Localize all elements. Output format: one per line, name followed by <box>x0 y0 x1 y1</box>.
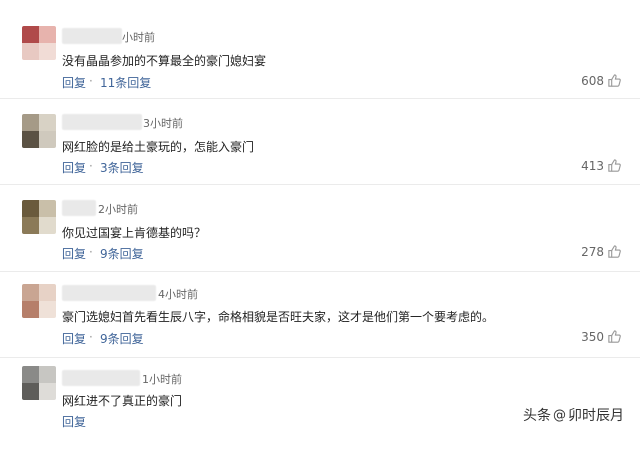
avatar-block <box>22 284 39 301</box>
like-button[interactable]: 608 <box>581 73 622 88</box>
avatar-block <box>22 366 39 383</box>
separator-dot: · <box>89 159 93 173</box>
reply-button[interactable]: 回复 <box>62 245 86 262</box>
avatar-block <box>22 43 39 60</box>
like-count: 350 <box>581 329 604 344</box>
avatar-block <box>39 114 56 131</box>
comment-item: 3小时前 网红脸的是给土豪玩的，怎能入豪门 回复 · 3条回复 413 <box>0 108 640 196</box>
avatar-block <box>39 284 56 301</box>
comment-text: 没有晶晶参加的不算最全的豪门媳妇宴 <box>62 54 267 68</box>
separator-dot: · <box>89 74 93 88</box>
separator-dot: · <box>89 330 93 344</box>
like-count: 413 <box>581 158 604 173</box>
thumbs-up-icon <box>607 73 622 88</box>
username-redacted[interactable] <box>62 200 96 216</box>
watermark: 头条 @ 卯时辰月 <box>523 405 624 425</box>
watermark-brand: 头条 <box>523 408 551 424</box>
comment-time: 3小时前 <box>143 117 183 130</box>
divider <box>0 184 640 185</box>
username-redacted[interactable] <box>62 285 156 301</box>
divider <box>0 98 640 99</box>
divider <box>0 271 640 272</box>
comment-text: 你见过国宴上肯德基的吗？ <box>62 226 207 240</box>
watermark-separator: @ <box>553 407 566 423</box>
thumbs-up-icon <box>607 158 622 173</box>
avatar[interactable] <box>22 26 56 60</box>
avatar-block <box>22 301 39 318</box>
reply-count-link[interactable]: 11条回复 <box>100 74 151 91</box>
reply-count-link[interactable]: 9条回复 <box>100 330 144 347</box>
avatar-block <box>22 114 39 131</box>
avatar-block <box>22 26 39 43</box>
avatar-block <box>22 131 39 148</box>
like-count: 278 <box>581 244 604 259</box>
avatar[interactable] <box>22 114 56 148</box>
reply-button[interactable]: 回复 <box>62 330 86 347</box>
comment-time: 4小时前 <box>158 288 198 301</box>
avatar[interactable] <box>22 200 56 234</box>
username-redacted[interactable] <box>62 370 140 386</box>
reply-button[interactable]: 回复 <box>62 159 86 176</box>
avatar[interactable] <box>22 366 56 400</box>
thumbs-up-icon <box>607 329 622 344</box>
avatar-block <box>39 43 56 60</box>
reply-count-link[interactable]: 9条回复 <box>100 245 144 262</box>
avatar-block <box>39 366 56 383</box>
comment-item: 2小时前 你见过国宴上肯德基的吗？ 回复 · 9条回复 278 <box>0 194 640 282</box>
watermark-author: 卯时辰月 <box>568 408 624 424</box>
comment-time: 1小时前 <box>142 373 182 386</box>
like-button[interactable]: 278 <box>581 244 622 259</box>
avatar-block <box>22 383 39 400</box>
username-redacted[interactable] <box>62 114 142 130</box>
thumbs-up-icon <box>607 244 622 259</box>
avatar[interactable] <box>22 284 56 318</box>
like-button[interactable]: 413 <box>581 158 622 173</box>
comment-item: 小时前 没有晶晶参加的不算最全的豪门媳妇宴 回复 · 11条回复 608 <box>0 22 640 110</box>
comment-text: 网红进不了真正的豪门 <box>62 394 183 408</box>
comment-time: 2小时前 <box>98 203 138 216</box>
avatar-block <box>39 131 56 148</box>
comment-text: 豪门选媳妇首先看生辰八字，命格相貌是否旺夫家，这才是他们第一个要考虑的。 <box>62 310 495 324</box>
username-redacted[interactable] <box>62 28 122 44</box>
avatar-block <box>39 200 56 217</box>
reply-count-link[interactable]: 3条回复 <box>100 159 144 176</box>
avatar-block <box>39 26 56 43</box>
avatar-block <box>22 217 39 234</box>
divider <box>0 357 640 358</box>
avatar-block <box>22 200 39 217</box>
separator-dot: · <box>89 245 93 259</box>
like-button[interactable]: 350 <box>581 329 622 344</box>
reply-button[interactable]: 回复 <box>62 74 86 91</box>
avatar-block <box>39 301 56 318</box>
comment-item: 4小时前 豪门选媳妇首先看生辰八字，命格相貌是否旺夫家，这才是他们第一个要考虑的… <box>0 280 640 368</box>
avatar-block <box>39 383 56 400</box>
reply-button[interactable]: 回复 <box>62 413 86 430</box>
comment-time: 小时前 <box>122 31 155 44</box>
like-count: 608 <box>581 73 604 88</box>
comment-text: 网红脸的是给土豪玩的，怎能入豪门 <box>62 140 255 154</box>
avatar-block <box>39 217 56 234</box>
